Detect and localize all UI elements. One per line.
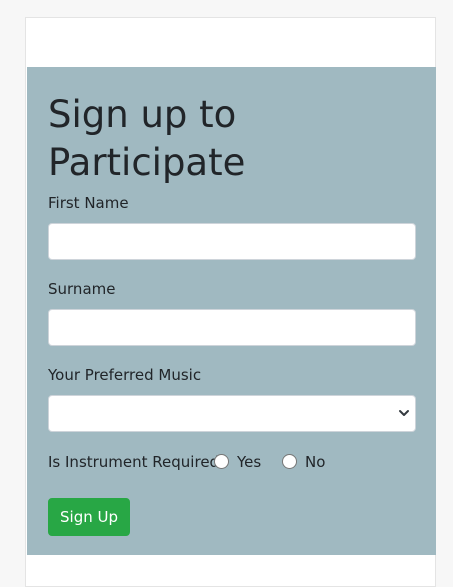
page-title: Sign up to Participate <box>48 91 245 187</box>
instrument-no-label: No <box>305 453 326 471</box>
sign-up-button[interactable]: Sign Up <box>48 498 130 536</box>
chevron-down-icon <box>399 410 409 416</box>
first-name-label: First Name <box>48 194 129 212</box>
preferred-music-label: Your Preferred Music <box>48 366 202 384</box>
surname-label: Surname <box>48 280 116 298</box>
signup-form-panel: Sign up to Participate First Name Surname… <box>27 67 436 555</box>
instrument-yes-radio[interactable] <box>214 454 229 469</box>
signup-card: Sign up to Participate First Name Surname… <box>25 17 436 587</box>
surname-input[interactable] <box>48 309 416 346</box>
title-line-1: Sign up to <box>48 93 237 136</box>
instrument-no-radio[interactable] <box>282 454 297 469</box>
first-name-input[interactable] <box>48 223 416 260</box>
instrument-required-group: Is Instrument Required Yes No <box>48 451 408 473</box>
preferred-music-select[interactable] <box>48 395 416 432</box>
instrument-required-label: Is Instrument Required <box>48 453 220 471</box>
title-line-2: Participate <box>48 141 246 184</box>
instrument-yes-label: Yes <box>237 453 262 471</box>
